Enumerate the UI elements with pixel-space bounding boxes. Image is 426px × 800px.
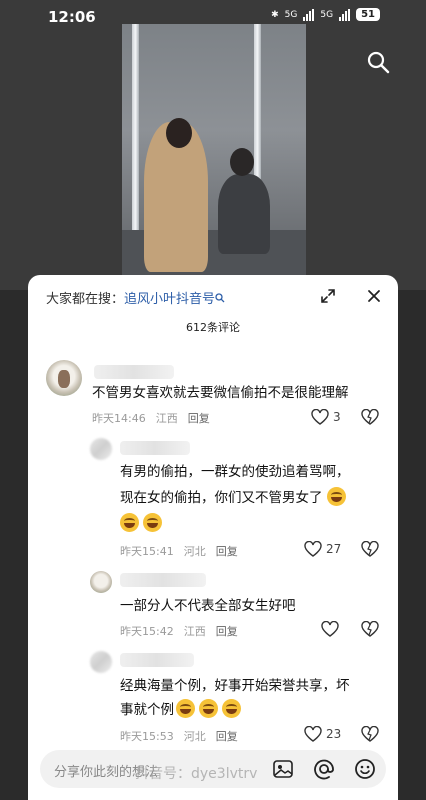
emoji-icon[interactable] [354,758,376,780]
like-button[interactable]: 23 [304,726,341,742]
hot-search-prefix: 大家都在搜： [46,292,125,307]
comment-text: 现在女的偷拍，你们又不管男女了 [120,485,350,511]
comment-count: 612条评论 [186,321,240,334]
status-time: 12:06 [48,8,96,26]
avatar[interactable] [90,571,112,593]
dislike-icon[interactable] [361,409,379,425]
reply-button[interactable]: 回复 [216,623,238,639]
comment-time: 昨天15:41 [120,545,174,558]
person [218,174,270,254]
bluetooth-icon: ✱ [271,9,279,20]
comment-location: 河北 [183,730,206,743]
avatar[interactable] [90,651,112,673]
like-count: 23 [326,727,342,741]
comment-time: 昨天14:46 [92,412,146,425]
comment-location: 河北 [183,545,206,558]
laugh-emoji [143,513,162,532]
username-redacted [120,573,206,587]
network-label: 5G [320,9,334,20]
comment-location: 江西 [183,625,206,638]
comment-text: 事就个例 [120,697,245,723]
status-indicators: ✱ 5G 5G 51 [271,8,380,21]
username-redacted [94,365,174,379]
search-icon[interactable] [366,50,390,74]
comment-meta: 昨天15:42 江西 回复 [120,623,238,639]
username-redacted [120,441,190,455]
dislike-icon[interactable] [361,621,379,637]
comment-meta: 昨天15:41 河北 回复 [120,543,238,559]
close-icon[interactable] [365,287,383,305]
avatar[interactable] [46,360,82,396]
laugh-emoji [199,699,218,718]
network-label: 5G [284,9,298,20]
comment-text: 经典海量个例，好事开始荣誉共享，坏 [120,678,350,694]
person-head [166,118,192,148]
comment-meta: 昨天14:46 江西 回复 [92,410,210,426]
heart-icon [304,726,322,742]
comment-location: 江西 [155,412,178,425]
laugh-emoji [120,513,139,532]
comment-text: 一部分人不代表全部女生好吧 [120,598,296,614]
emoji-row [120,511,166,537]
expand-icon[interactable] [319,287,337,305]
comment-time: 昨天15:42 [120,625,174,638]
like-button[interactable]: 27 [304,541,341,557]
search-icon [215,293,225,303]
reply-button[interactable]: 回复 [188,410,210,426]
comments-sheet: 大家都在搜：追风小叶抖音号 612条评论 不管男女喜欢就去要微信偷拍不是很能理解… [28,275,398,800]
like-button[interactable]: 3 [311,409,341,425]
avatar[interactable] [90,438,112,460]
comment-text: 不管男女喜欢就去要微信偷拍不是很能理解 [92,385,349,401]
dislike-icon[interactable] [361,541,379,557]
watermark-text: 抖音号：dye3lvtrv [135,766,258,782]
status-bar: 12:06 ✱ 5G 5G 51 [0,0,426,34]
reply-button[interactable]: 回复 [216,728,238,744]
heart-icon [311,409,329,425]
signal-icon [339,8,351,21]
video-player[interactable] [0,0,426,290]
comment-text-line: 现在女的偷拍，你们又不管男女了 [120,490,323,506]
like-count: 3 [333,410,341,424]
like-count: 27 [326,542,342,556]
comment-text: 有男的偷拍，一群女的使劲追着骂啊， [120,464,350,480]
heart-icon [321,621,339,637]
laugh-emoji [326,487,346,506]
like-button[interactable] [321,621,343,637]
hot-search-keyword[interactable]: 追风小叶抖音号 [124,292,215,307]
reply-button[interactable]: 回复 [216,543,238,559]
laugh-emoji [176,699,195,718]
dislike-icon[interactable] [361,726,379,742]
person-head [230,148,254,176]
mention-icon[interactable] [313,758,335,780]
signal-icon [303,8,315,21]
heart-icon [304,541,322,557]
comment-time: 昨天15:53 [120,730,174,743]
username-redacted [120,653,194,667]
comment-text-line: 事就个例 [120,702,174,718]
laugh-emoji [222,699,241,718]
sheet-header: 大家都在搜：追风小叶抖音号 [28,275,398,319]
battery-indicator: 51 [356,8,380,21]
comment-meta: 昨天15:53 河北 回复 [120,728,238,744]
image-icon[interactable] [272,758,294,780]
hot-search[interactable]: 大家都在搜：追风小叶抖音号 [46,288,225,307]
video-frame [122,24,306,290]
